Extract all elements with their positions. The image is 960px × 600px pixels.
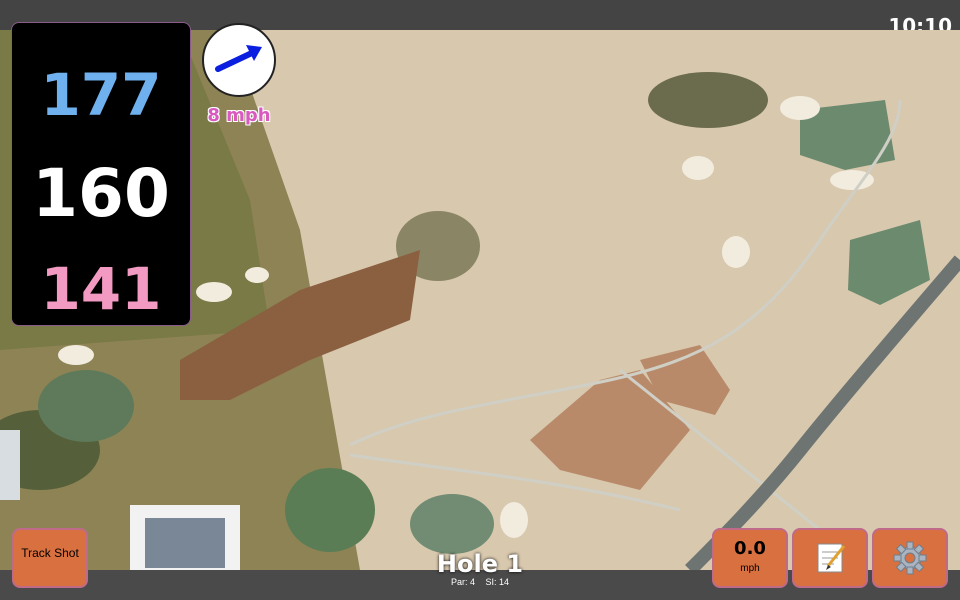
- hole-title: Hole 1: [436, 550, 524, 578]
- gear-icon: [893, 541, 927, 575]
- distance-panel: 177 160 141: [11, 22, 191, 326]
- arrow-right-icon: [215, 45, 262, 72]
- back-distance: 177: [40, 61, 162, 129]
- hole-si: SI: 14: [485, 577, 510, 587]
- notes-button[interactable]: [792, 528, 868, 588]
- middle-distance: 160: [32, 155, 170, 232]
- speed-button[interactable]: 0.0 mph: [712, 528, 788, 588]
- hole-par: Par: 4: [450, 577, 475, 587]
- track-shot-label: Track Shot: [21, 546, 79, 560]
- speed-value: 0.0: [734, 538, 766, 559]
- track-shot-button[interactable]: Track Shot: [12, 528, 88, 588]
- hole-info: Par: 4 SI: 14: [380, 577, 580, 587]
- wind-indicator: [202, 23, 276, 97]
- front-distance: 141: [40, 255, 162, 323]
- notepad-icon: [817, 543, 846, 573]
- speed-unit: mph: [740, 563, 760, 574]
- wind-speed: 8 mph: [207, 105, 271, 126]
- settings-button[interactable]: [872, 528, 948, 588]
